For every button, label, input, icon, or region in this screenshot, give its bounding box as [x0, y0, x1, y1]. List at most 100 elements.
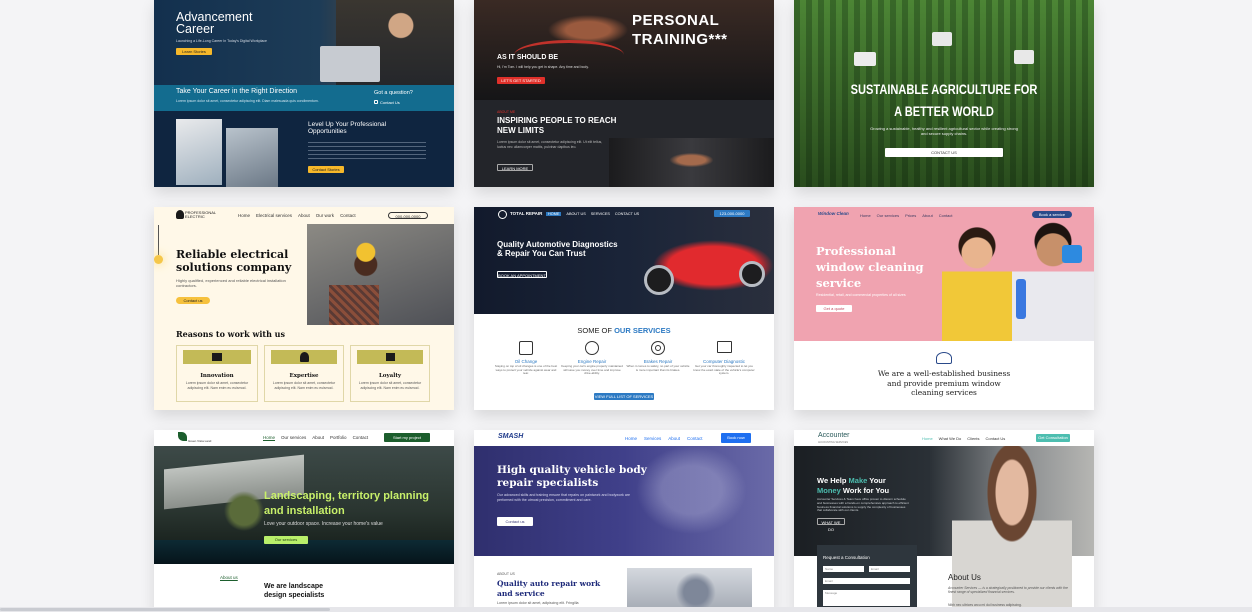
- electric-contact-button[interactable]: Contact us: [176, 297, 210, 304]
- nav-portfolio[interactable]: Portfolio: [330, 435, 347, 440]
- contact-stories-button[interactable]: Contact Stories: [308, 166, 344, 173]
- clean-quote-button[interactable]: Get a quote: [816, 305, 852, 312]
- nav-prices[interactable]: Prices: [905, 213, 916, 218]
- template-card-electrical[interactable]: PROFESSIONAL ELECTRIC Home Electrical se…: [154, 207, 454, 410]
- innovation-title: Innovation: [200, 373, 234, 379]
- title-part-e: Work for You: [840, 486, 890, 495]
- smash-kicker: ABOUT US: [497, 572, 515, 576]
- accountant-logo-sub: ACCOUNTING SERVICES: [818, 441, 849, 444]
- landscape-services-button[interactable]: Our services: [264, 536, 308, 544]
- horizontal-scrollbar[interactable]: [0, 607, 1252, 612]
- what-we-do-button[interactable]: WHAT WE DO: [817, 518, 845, 532]
- template-card-agriculture[interactable]: SUSTAINABLE AGRICULTURE FOR A BETTER WOR…: [794, 0, 1094, 187]
- book-appointment-button[interactable]: BOOK AN APPOINTMENT: [497, 271, 547, 278]
- field-message[interactable]: Message: [823, 590, 910, 606]
- template-card-smash[interactable]: SMASH Home Services About Contact Book n…: [474, 430, 774, 612]
- training-kicker: ABOUT ME: [497, 110, 516, 114]
- computer-icon: [716, 341, 732, 353]
- nav-about[interactable]: About: [922, 213, 932, 218]
- get-consultation-button[interactable]: Get Consultation: [1036, 434, 1070, 442]
- electric-logo-icon: [176, 210, 184, 219]
- electric-logo: PROFESSIONAL ELECTRIC: [185, 210, 216, 219]
- agri-sub: Growing a sustainable, healthy and resil…: [870, 126, 1018, 136]
- auto-nav: HOME ABOUT US SERVICES CONTACT US: [546, 212, 639, 216]
- nav-about[interactable]: ABOUT US: [566, 212, 585, 216]
- tree-shape: [224, 486, 264, 536]
- landscape-sub: Love your outdoor space. Increase your h…: [264, 521, 383, 527]
- service-oil: Oil Change Staying on top of oil changes…: [494, 341, 558, 376]
- woman-photo: [942, 225, 1012, 341]
- book-service-button[interactable]: Book a service: [1032, 211, 1072, 218]
- welder-photo: [627, 568, 752, 612]
- contact-link[interactable]: Contact Us: [380, 100, 400, 105]
- agri-title-2: A BETTER WORLD: [894, 104, 994, 119]
- career-title: Advancement Career: [176, 10, 253, 36]
- nav-services[interactable]: Our services: [281, 435, 306, 440]
- gym-photo: [609, 138, 774, 187]
- get-started-button[interactable]: LET'S GET STARTED: [497, 77, 545, 84]
- learn-more-button[interactable]: LEARN MORE: [497, 164, 533, 171]
- template-card-landscape[interactable]: Green Vista Land Home Our services About…: [154, 430, 454, 612]
- smash-body: Lorem ipsum dolor sit amet, adipiscing e…: [497, 601, 579, 605]
- feature-expertise: Expertise Lorem ipsum dolor sit amet, co…: [264, 345, 344, 402]
- nav-home[interactable]: Home: [922, 436, 933, 441]
- template-card-accountant[interactable]: Accounter ACCOUNTING SERVICES Home What …: [794, 430, 1094, 612]
- template-card-training[interactable]: PERSONAL TRAINING*** AS IT SHOULD BE Hi,…: [474, 0, 774, 187]
- view-services-button[interactable]: VIEW FULL LIST OF SERVICES: [594, 393, 654, 400]
- landscape-logo: Green Vista Land: [188, 439, 212, 443]
- tractor-3: [1014, 50, 1034, 64]
- nav-about[interactable]: About: [312, 435, 324, 440]
- title-part-d: Money: [817, 486, 841, 495]
- nav-home[interactable]: Home: [860, 213, 871, 218]
- clean-about: We are a well-established business and p…: [877, 369, 1011, 397]
- nav-contact[interactable]: Contact: [687, 436, 703, 441]
- nav-home[interactable]: Home: [238, 213, 250, 218]
- agri-contact-button[interactable]: CONTACT US: [885, 148, 1003, 157]
- nav-clients[interactable]: Clients: [967, 436, 979, 441]
- field-email-1[interactable]: Email: [869, 566, 910, 572]
- smash-contact-button[interactable]: Contact us: [497, 517, 533, 526]
- template-card-career[interactable]: Advancement Career Launching a Life-Long…: [154, 0, 454, 187]
- about-title: About Us: [948, 573, 981, 582]
- auto-phone-button[interactable]: 123-000-0000: [714, 210, 750, 217]
- car-wheel-rear: [739, 261, 765, 287]
- about-body: Accounter Services — is a strategically …: [948, 586, 1068, 595]
- nav-home[interactable]: HOME: [546, 212, 562, 216]
- nav-contact[interactable]: Contact: [353, 435, 369, 440]
- nav-services[interactable]: SERVICES: [591, 212, 610, 216]
- template-card-cleaning[interactable]: Window Clean Home Our services Prices Ab…: [794, 207, 1094, 410]
- nav-what-we-do[interactable]: What We Do: [939, 436, 962, 441]
- nav-home[interactable]: Home: [625, 436, 637, 441]
- office-photo-1: [176, 119, 222, 185]
- nav-home[interactable]: Home: [263, 435, 275, 440]
- question-label: Got a question?: [374, 90, 413, 96]
- engine-icon: [585, 341, 599, 355]
- auto-logo-icon: [498, 210, 507, 219]
- title-part-b: Make: [848, 476, 868, 485]
- accountant-nav: Home What We Do Clients Contact Us: [922, 436, 1005, 441]
- start-project-button[interactable]: Start my project: [384, 433, 430, 442]
- career-subtitle: Launching a Life-Long Career In Today's …: [176, 39, 268, 43]
- field-name[interactable]: Name: [823, 566, 864, 572]
- scrollbar-thumb[interactable]: [0, 608, 330, 611]
- laptop-shape: [320, 46, 380, 82]
- nav-about[interactable]: About: [668, 436, 680, 441]
- nav-services[interactable]: Our services: [877, 213, 899, 218]
- field-email-2[interactable]: Email: [823, 578, 910, 584]
- nav-contact[interactable]: Contact Us: [986, 436, 1006, 441]
- nav-about[interactable]: About: [298, 213, 310, 218]
- nav-contact[interactable]: Contact: [340, 213, 356, 218]
- learn-stories-button[interactable]: Learn Stories: [176, 48, 212, 55]
- nav-work[interactable]: Our work: [316, 213, 334, 218]
- nav-contact[interactable]: Contact: [939, 213, 953, 218]
- sponge: [1062, 245, 1082, 263]
- band-subtitle: Lorem ipsum dolor sit amet, consectetur …: [176, 99, 319, 103]
- nav-services[interactable]: Electrical services: [256, 213, 292, 218]
- clean-logo: Window Clean: [818, 211, 849, 216]
- auto-title: Quality Automotive Diagnostics & Repair …: [497, 240, 618, 258]
- nav-services[interactable]: Services: [644, 436, 661, 441]
- electric-phone-button[interactable]: 000-000-0000: [388, 212, 428, 219]
- template-card-auto[interactable]: TOTAL REPAIR HOME ABOUT US SERVICES CONT…: [474, 207, 774, 410]
- book-now-button[interactable]: Book now: [721, 433, 751, 443]
- nav-contact[interactable]: CONTACT US: [615, 212, 639, 216]
